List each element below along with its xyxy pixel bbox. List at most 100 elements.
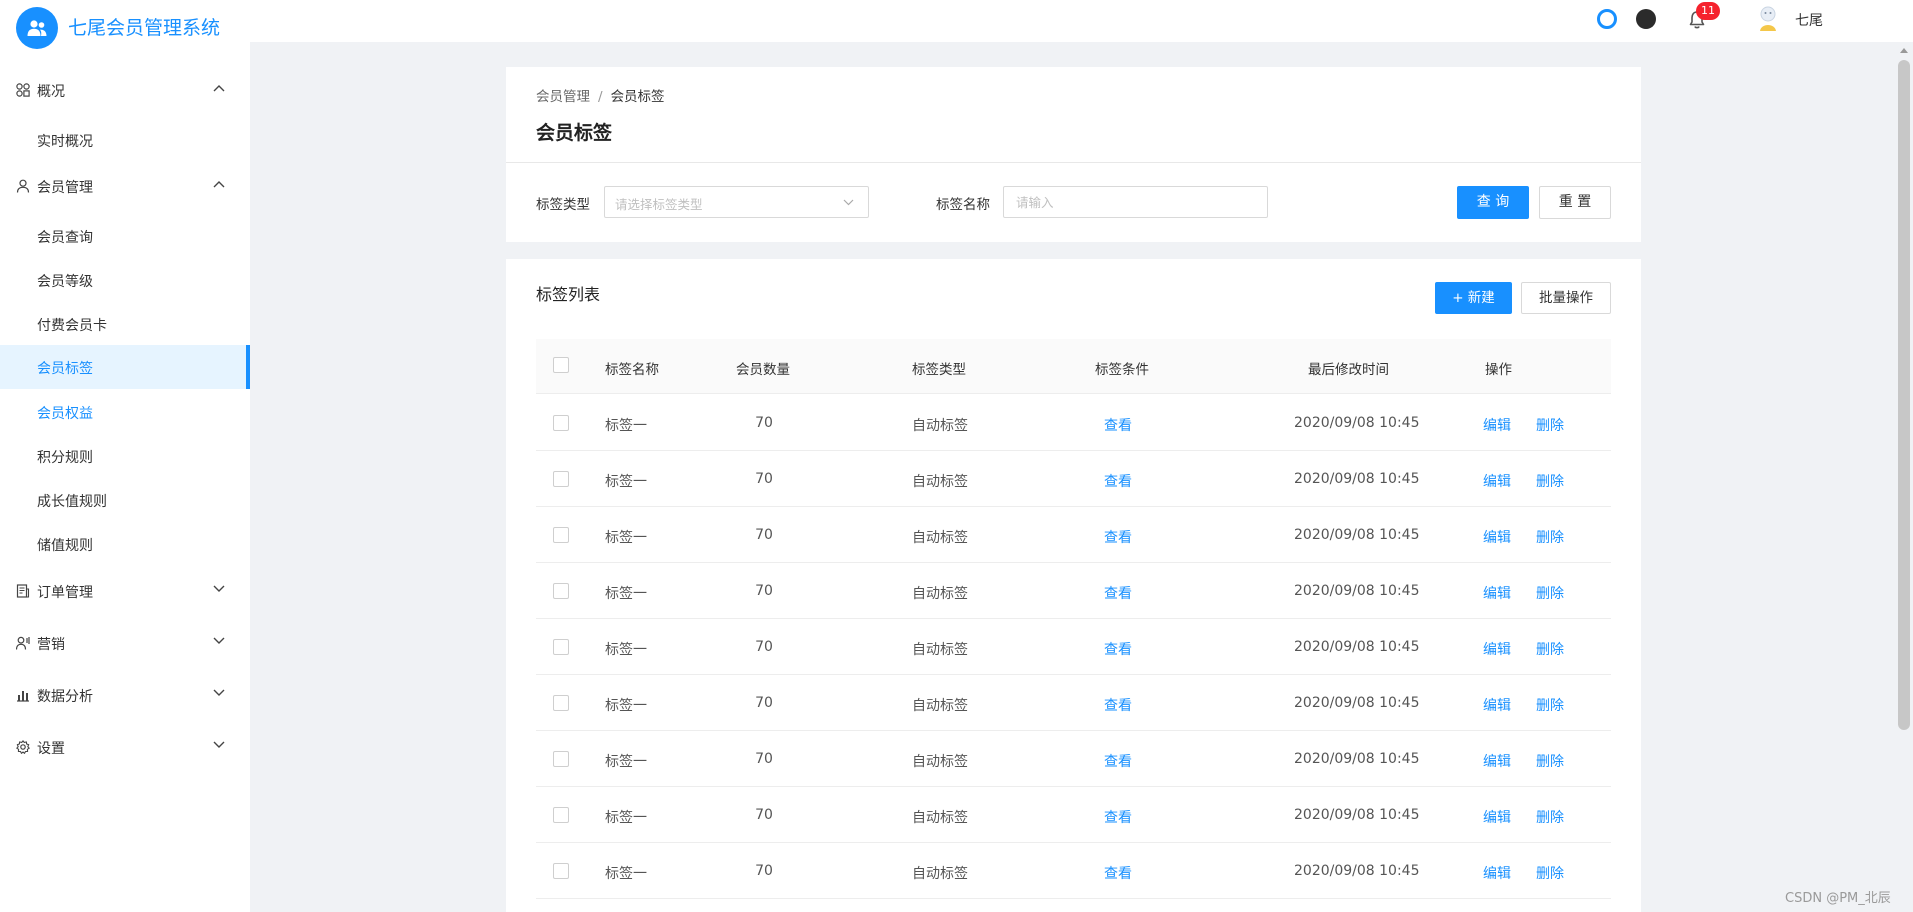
delete-link[interactable]: 删除 (1536, 639, 1564, 659)
sidebar-item-member-level[interactable]: 会员等级 (0, 258, 250, 302)
view-condition-link[interactable]: 查看 (1104, 527, 1132, 547)
app-logo[interactable] (16, 7, 58, 49)
sidebar-item-label: 会员等级 (37, 274, 93, 290)
username[interactable]: 七尾 (1795, 10, 1823, 30)
cell-member-count: 70 (755, 527, 773, 543)
sidebar-item-realtime-overview[interactable]: 实时概况 (0, 118, 250, 162)
delete-link[interactable]: 删除 (1536, 863, 1564, 883)
scroll-up-arrow-icon[interactable] (1899, 46, 1909, 54)
divider (506, 162, 1641, 163)
sidebar-item-member-tags[interactable]: 会员标签 (0, 345, 250, 389)
sidebar-item-paid-card[interactable]: 付费会员卡 (0, 302, 250, 346)
sidebar-item-stored-value-rules[interactable]: 储值规则 (0, 522, 250, 566)
row-checkbox[interactable] (553, 415, 569, 431)
sidebar-group-marketing[interactable]: 营销 (0, 621, 250, 665)
tag-name-input[interactable] (1003, 186, 1268, 218)
cell-last-modified: 2020/09/08 10:45 (1294, 527, 1420, 543)
theme-toggle-light-icon[interactable] (1597, 9, 1617, 29)
sidebar-item-points-rules[interactable]: 积分规则 (0, 434, 250, 478)
edit-link[interactable]: 编辑 (1483, 415, 1511, 435)
row-checkbox[interactable] (553, 583, 569, 599)
edit-link[interactable]: 编辑 (1483, 695, 1511, 715)
chevron-down-icon (213, 637, 225, 644)
theme-toggle-dark-icon[interactable] (1636, 9, 1656, 29)
row-checkbox[interactable] (553, 807, 569, 823)
sidebar-group-order-management[interactable]: 订单管理 (0, 569, 250, 613)
cell-last-modified: 2020/09/08 10:45 (1294, 751, 1420, 767)
view-condition-link[interactable]: 查看 (1104, 639, 1132, 659)
sidebar-item-label: 会员标签 (37, 361, 93, 377)
sidebar-item-label: 储值规则 (37, 538, 93, 554)
page-title: 会员标签 (536, 122, 613, 144)
batch-operation-button[interactable]: 批量操作 (1521, 282, 1611, 314)
view-condition-link[interactable]: 查看 (1104, 807, 1132, 827)
query-button[interactable]: 查 询 (1457, 186, 1529, 219)
cell-last-modified: 2020/09/08 10:45 (1294, 807, 1420, 823)
view-condition-link[interactable]: 查看 (1104, 415, 1132, 435)
edit-link[interactable]: 编辑 (1483, 807, 1511, 827)
row-checkbox[interactable] (553, 527, 569, 543)
chevron-down-icon (843, 199, 854, 206)
view-condition-link[interactable]: 查看 (1104, 471, 1132, 491)
watermark: CSDN @PM_北辰 (1785, 891, 1891, 906)
chevron-up-icon (213, 85, 225, 92)
sidebar-group-label: 数据分析 (37, 689, 93, 705)
view-condition-link[interactable]: 查看 (1104, 751, 1132, 771)
sidebar-group-overview[interactable]: 概况 (0, 68, 250, 112)
column-header-actions: 操作 (1485, 362, 1512, 378)
tag-type-select[interactable]: 请选择标签类型 (604, 186, 869, 218)
cell-member-count: 70 (755, 471, 773, 487)
cell-last-modified: 2020/09/08 10:45 (1294, 415, 1420, 431)
table-row: 标签一 70 自动标签 查看 2020/09/08 10:45 编辑 删除 (536, 507, 1611, 563)
delete-link[interactable]: 删除 (1536, 471, 1564, 491)
delete-link[interactable]: 删除 (1536, 583, 1564, 603)
avatar[interactable] (1756, 4, 1780, 32)
cell-tag-name: 标签一 (605, 586, 647, 602)
chevron-down-icon (213, 585, 225, 592)
scrollbar-thumb[interactable] (1898, 60, 1910, 730)
sidebar-group-member-management[interactable]: 会员管理 (0, 164, 250, 208)
row-checkbox[interactable] (553, 751, 569, 767)
cell-tag-type: 自动标签 (912, 530, 968, 546)
reset-button[interactable]: 重 置 (1539, 186, 1611, 219)
cell-tag-type: 自动标签 (912, 866, 968, 882)
delete-link[interactable]: 删除 (1536, 751, 1564, 771)
cell-tag-name: 标签一 (605, 474, 647, 490)
row-checkbox[interactable] (553, 863, 569, 879)
row-checkbox[interactable] (553, 695, 569, 711)
edit-link[interactable]: 编辑 (1483, 639, 1511, 659)
delete-link[interactable]: 删除 (1536, 527, 1564, 547)
sidebar-item-label: 积分规则 (37, 450, 93, 466)
cell-tag-type: 自动标签 (912, 698, 968, 714)
delete-link[interactable]: 删除 (1536, 807, 1564, 827)
sidebar-item-member-query[interactable]: 会员查询 (0, 214, 250, 258)
view-condition-link[interactable]: 查看 (1104, 695, 1132, 715)
edit-link[interactable]: 编辑 (1483, 527, 1511, 547)
sidebar-group-data-analysis[interactable]: 数据分析 (0, 673, 250, 717)
cell-tag-name: 标签一 (605, 698, 647, 714)
row-checkbox[interactable] (553, 639, 569, 655)
breadcrumb-parent[interactable]: 会员管理 (536, 89, 590, 105)
sidebar-item-growth-rules[interactable]: 成长值规则 (0, 478, 250, 522)
sidebar: 概况 实时概况 会员管理 会员查询 会员等级 付费会员卡 会员标签 会员权益 积… (0, 42, 250, 912)
select-all-checkbox[interactable] (553, 357, 569, 373)
edit-link[interactable]: 编辑 (1483, 751, 1511, 771)
tag-list-card: 标签列表 + 新建 批量操作 标签名称 会员数量 标签类型 标签条件 最后修改时… (506, 259, 1641, 912)
list-title: 标签列表 (536, 285, 601, 304)
cell-tag-type: 自动标签 (912, 642, 968, 658)
delete-link[interactable]: 删除 (1536, 415, 1564, 435)
new-button[interactable]: + 新建 (1435, 282, 1512, 314)
sidebar-item-member-rights[interactable]: 会员权益 (0, 390, 250, 434)
column-header-tag-type: 标签类型 (912, 362, 966, 378)
sidebar-group-label: 设置 (37, 741, 65, 757)
cell-member-count: 70 (755, 751, 773, 767)
edit-link[interactable]: 编辑 (1483, 583, 1511, 603)
edit-link[interactable]: 编辑 (1483, 863, 1511, 883)
row-checkbox[interactable] (553, 471, 569, 487)
view-condition-link[interactable]: 查看 (1104, 583, 1132, 603)
view-condition-link[interactable]: 查看 (1104, 863, 1132, 883)
sidebar-group-settings[interactable]: 设置 (0, 725, 250, 769)
chevron-down-icon (213, 741, 225, 748)
delete-link[interactable]: 删除 (1536, 695, 1564, 715)
edit-link[interactable]: 编辑 (1483, 471, 1511, 491)
